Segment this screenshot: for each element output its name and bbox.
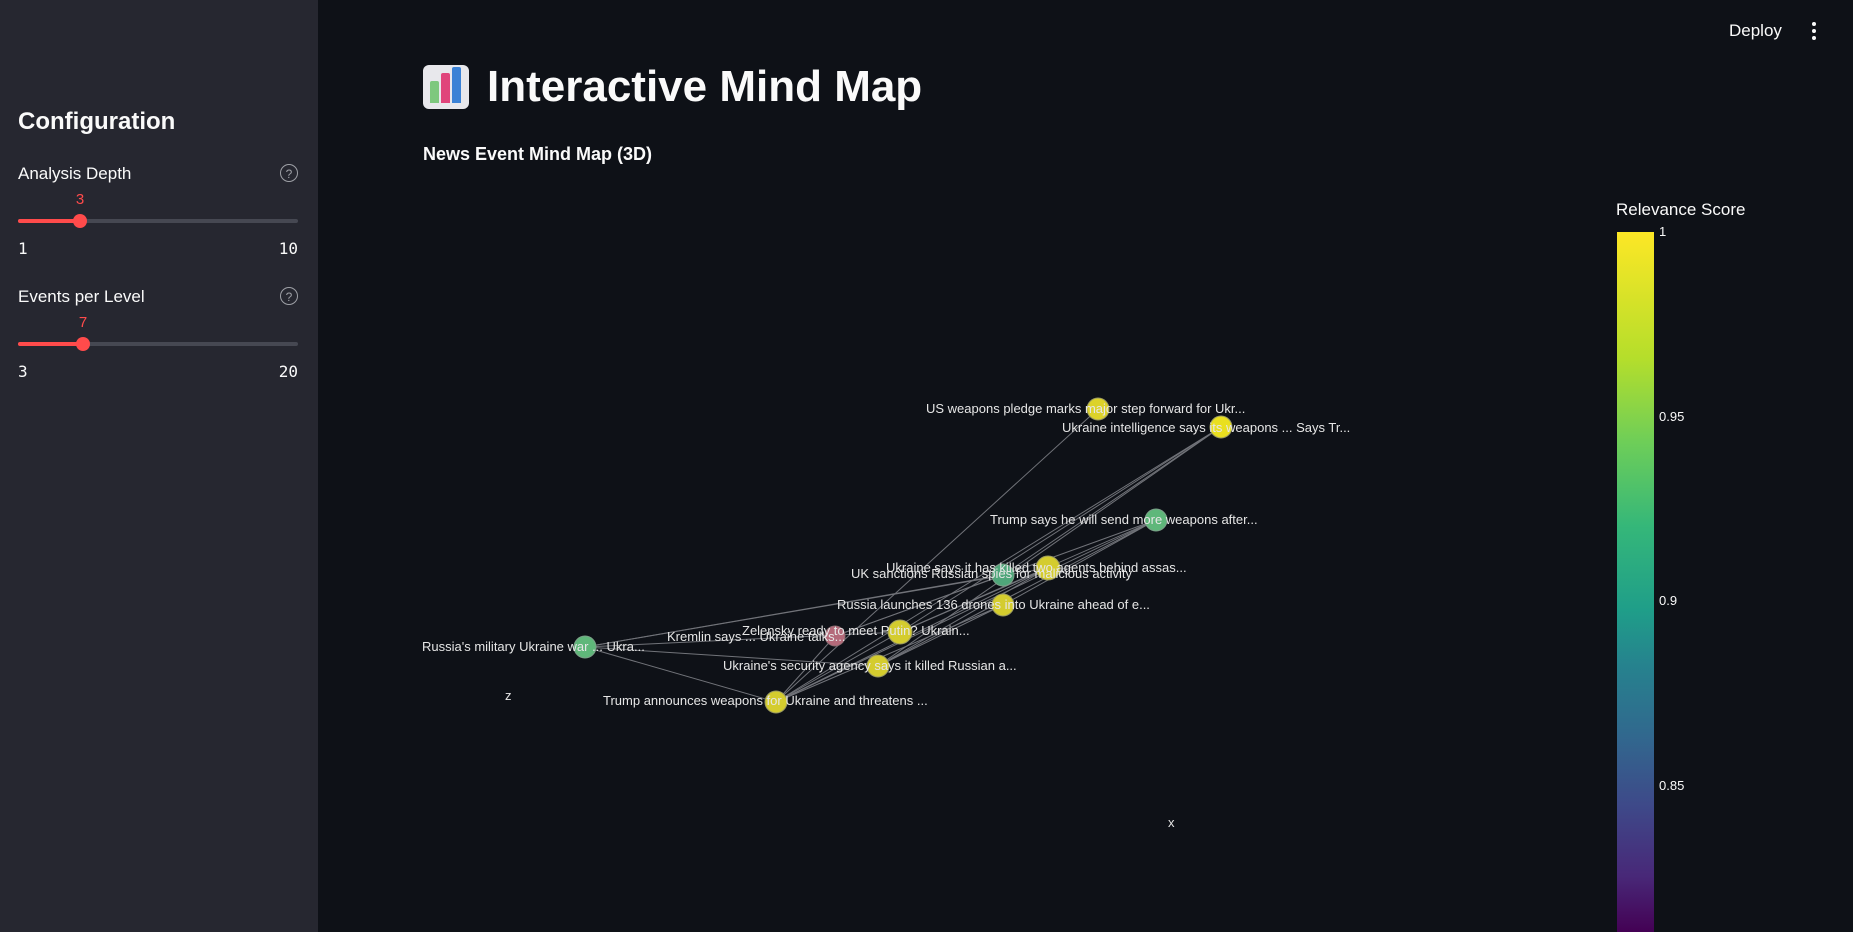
node-label: Trump announces weapons for Ukraine and …: [603, 693, 928, 708]
mind-map-plot[interactable]: US weapons pledge marks major step forwa…: [0, 0, 1853, 932]
colorbar-tick: 1: [1659, 224, 1667, 239]
colorbar-tick: 0.9: [1659, 593, 1678, 608]
node-label: US weapons pledge marks major step forwa…: [926, 401, 1245, 416]
z-axis-label: z: [505, 688, 512, 703]
colorbar-tick: 0.85: [1659, 778, 1685, 793]
x-axis-label: x: [1168, 815, 1175, 830]
node-label: UK sanctions Russian spies for malicious…: [851, 566, 1133, 581]
node-labels: US weapons pledge marks major step forwa…: [422, 401, 1350, 708]
colorbar-title: Relevance Score: [1616, 200, 1746, 219]
node-label: Russia launches 136 drones into Ukraine …: [837, 597, 1150, 612]
node-label: Russia's military Ukraine war ... Ukra..…: [422, 639, 645, 654]
node-label: Kremlin says ... Ukraine talks...: [667, 629, 845, 644]
node-label: Trump says he will send more weapons aft…: [990, 512, 1258, 527]
node-label: Ukraine's security agency says it killed…: [723, 658, 1017, 673]
node-label: Ukraine intelligence says its weapons ..…: [1062, 420, 1350, 435]
colorbar-tick: 0.95: [1659, 409, 1685, 424]
colorbar: [1617, 232, 1654, 932]
